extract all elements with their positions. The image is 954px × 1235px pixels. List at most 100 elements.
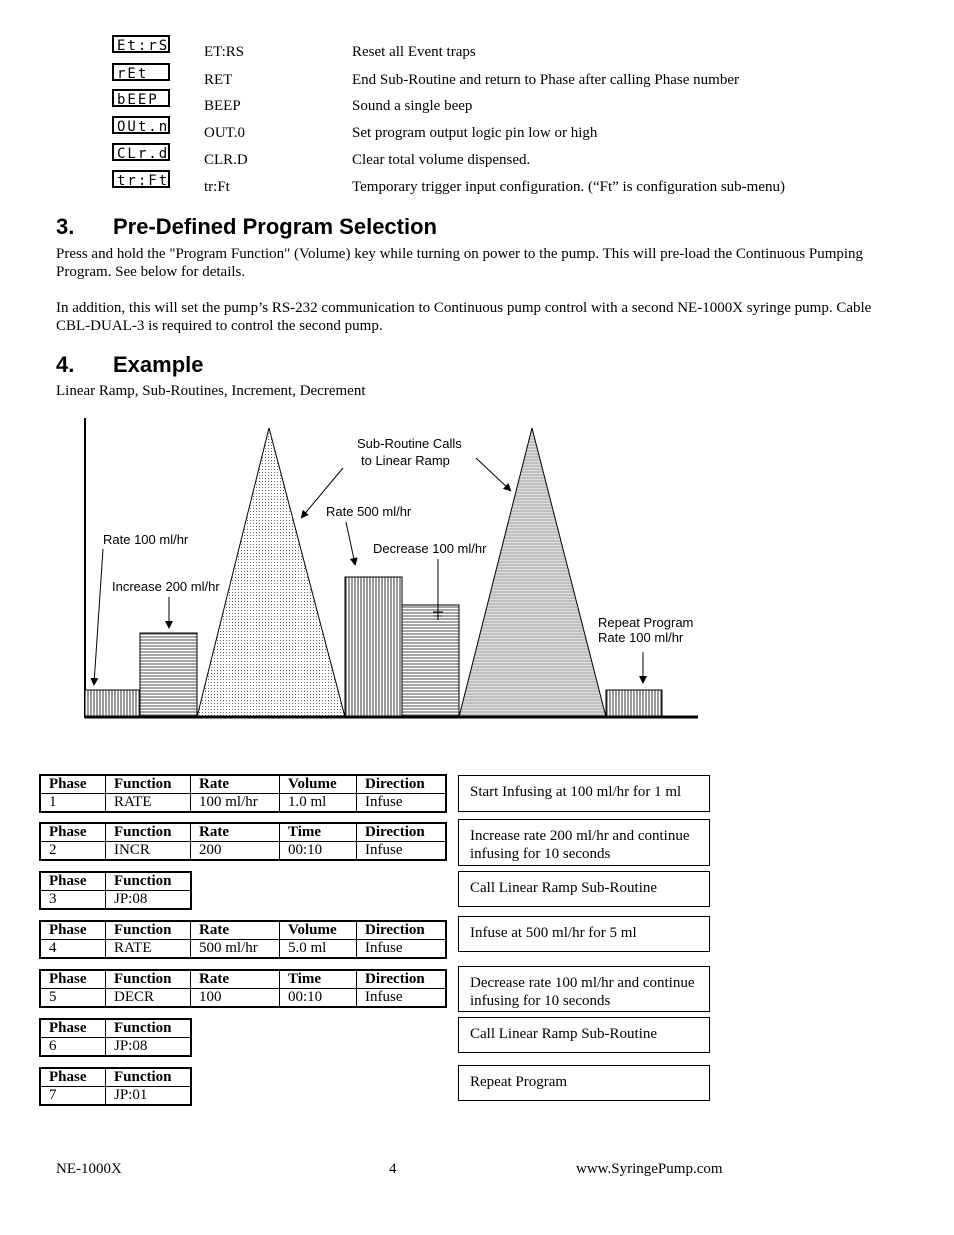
table-row: 3 JP:08 bbox=[39, 890, 192, 910]
table-header-row: Phase Function bbox=[39, 1018, 192, 1038]
table-cell: 3 bbox=[39, 890, 106, 910]
table-header-cell: Function bbox=[105, 822, 191, 842]
table-cell: JP:01 bbox=[105, 1086, 192, 1106]
table-header-row: Phase Function bbox=[39, 871, 192, 891]
document-page: Et:rS ET:RS Reset all Event traps rEt RET… bbox=[0, 0, 954, 1235]
label-increase-200: Increase 200 ml/hr bbox=[112, 579, 220, 594]
table-header-row: Phase Function Rate Volume Direction bbox=[39, 920, 447, 940]
table-header-cell: Phase bbox=[39, 969, 106, 989]
table-header-cell: Phase bbox=[39, 822, 106, 842]
table-row: 7 JP:01 bbox=[39, 1086, 192, 1106]
ramp-triangle-2 bbox=[458, 427, 607, 718]
table-cell: Infuse bbox=[356, 988, 447, 1008]
label-decrease-100: Decrease 100 ml/hr bbox=[373, 541, 487, 556]
table-header-cell: Volume bbox=[279, 920, 357, 940]
table-cell: 5.0 ml bbox=[279, 939, 357, 959]
table-header-cell: Rate bbox=[190, 774, 280, 794]
phase-note-box: Increase rate 200 ml/hr and continue inf… bbox=[458, 819, 710, 866]
table-cell: 500 ml/hr bbox=[190, 939, 280, 959]
table-cell: 5 bbox=[39, 988, 106, 1008]
table-header-cell: Phase bbox=[39, 774, 106, 794]
table-header-cell: Phase bbox=[39, 1018, 106, 1038]
phase-table: Phase Function Rate Volume Direction 4 RATE 500… bbox=[39, 920, 447, 959]
table-header-cell: Direction bbox=[356, 920, 447, 940]
label-repeat-program: Repeat Program bbox=[598, 615, 693, 630]
table-header-cell: Function bbox=[105, 1018, 192, 1038]
arrow-sub-routine-2 bbox=[475, 457, 512, 492]
table-cell: DECR bbox=[105, 988, 191, 1008]
table-cell: INCR bbox=[105, 841, 191, 861]
table-cell: 100 ml/hr bbox=[190, 793, 280, 813]
table-header-cell: Direction bbox=[356, 969, 447, 989]
table-header-cell: Function bbox=[105, 1067, 192, 1087]
table-cell: 00:10 bbox=[279, 988, 357, 1008]
table-header-cell: Time bbox=[279, 969, 357, 989]
table-header-cell: Function bbox=[105, 920, 191, 940]
phase-note-box: Call Linear Ramp Sub-Routine bbox=[458, 871, 710, 907]
table-cell: RATE bbox=[105, 793, 191, 813]
bar-increase-200 bbox=[139, 632, 198, 718]
phase-note-box: Infuse at 500 ml/hr for 5 ml bbox=[458, 916, 710, 952]
table-cell: 1 bbox=[39, 793, 106, 813]
table-header-cell: Direction bbox=[356, 822, 447, 842]
table-row: 6 JP:08 bbox=[39, 1037, 192, 1057]
table-row: 5 DECR 100 00:10 Infuse bbox=[39, 988, 447, 1008]
footer-model: NE-1000X bbox=[56, 1161, 122, 1177]
bar-rate-100 bbox=[84, 689, 141, 718]
bar-repeat-rate-100 bbox=[605, 689, 663, 718]
table-cell: JP:08 bbox=[105, 890, 192, 910]
footer-website: www.SyringePump.com bbox=[576, 1161, 723, 1177]
table-cell: 2 bbox=[39, 841, 106, 861]
table-header-row: Phase Function bbox=[39, 1067, 192, 1087]
phase-table: Phase Function Rate Time Direction 5 DECR 100 00… bbox=[39, 969, 447, 1008]
label-rate-100: Rate 100 ml/hr bbox=[103, 532, 189, 547]
table-header-cell: Direction bbox=[356, 774, 447, 794]
table-cell: Infuse bbox=[356, 841, 447, 861]
table-header-row: Phase Function Rate Volume Direction bbox=[39, 774, 447, 794]
phase-table: Phase Function 3 JP:08 bbox=[39, 871, 192, 910]
table-header-cell: Rate bbox=[190, 920, 280, 940]
table-header-cell: Phase bbox=[39, 920, 106, 940]
phase-table: Phase Function Rate Volume Direction 1 RATE 100… bbox=[39, 774, 447, 813]
table-header-cell: Function bbox=[105, 871, 192, 891]
phase-note-box: Repeat Program bbox=[458, 1065, 710, 1101]
table-cell: RATE bbox=[105, 939, 191, 959]
bar-rate-500 bbox=[344, 576, 403, 718]
table-cell: 7 bbox=[39, 1086, 106, 1106]
phase-note-box: Call Linear Ramp Sub-Routine bbox=[458, 1017, 710, 1053]
table-header-cell: Function bbox=[105, 969, 191, 989]
table-row: 2 INCR 200 00:10 Infuse bbox=[39, 841, 447, 861]
table-header-cell: Time bbox=[279, 822, 357, 842]
label-sub-routine-1: Sub-Routine Calls bbox=[357, 436, 462, 451]
table-header-row: Phase Function Rate Time Direction bbox=[39, 822, 447, 842]
phase-table: Phase Function Rate Time Direction 2 INCR 200 00… bbox=[39, 822, 447, 861]
table-cell: 00:10 bbox=[279, 841, 357, 861]
label-sub-routine-2: to Linear Ramp bbox=[361, 453, 450, 468]
table-header-cell: Phase bbox=[39, 871, 106, 891]
table-header-cell: Rate bbox=[190, 822, 280, 842]
label-rate-500: Rate 500 ml/hr bbox=[326, 504, 412, 519]
table-cell: 4 bbox=[39, 939, 106, 959]
table-row: 1 RATE 100 ml/hr 1.0 ml Infuse bbox=[39, 793, 447, 813]
table-header-row: Phase Function Rate Time Direction bbox=[39, 969, 447, 989]
phase-note-box: Decrease rate 100 ml/hr and continue inf… bbox=[458, 966, 710, 1012]
table-cell: JP:08 bbox=[105, 1037, 192, 1057]
table-row: 4 RATE 500 ml/hr 5.0 ml Infuse bbox=[39, 939, 447, 959]
ramp-diagram: Rate 100 ml/hr Increase 200 ml/hr Sub-Ro… bbox=[84, 418, 698, 719]
table-cell: 6 bbox=[39, 1037, 106, 1057]
arrow-rate-100 bbox=[90, 548, 104, 686]
label-repeat-rate: Rate 100 ml/hr bbox=[598, 630, 684, 645]
table-header-cell: Volume bbox=[279, 774, 357, 794]
table-cell: 100 bbox=[190, 988, 280, 1008]
table-cell: 1.0 ml bbox=[279, 793, 357, 813]
arrow-rate-500 bbox=[345, 521, 358, 566]
phase-table: Phase Function 7 JP:01 bbox=[39, 1067, 192, 1106]
bar-decrease-100 bbox=[401, 604, 460, 718]
table-cell: Infuse bbox=[356, 939, 447, 959]
footer-page-number: 4 bbox=[389, 1161, 397, 1177]
ramp-triangle-1 bbox=[196, 427, 346, 718]
phase-table: Phase Function 6 JP:08 bbox=[39, 1018, 192, 1057]
table-header-cell: Phase bbox=[39, 1067, 106, 1087]
table-cell: 200 bbox=[190, 841, 280, 861]
table-header-cell: Function bbox=[105, 774, 191, 794]
